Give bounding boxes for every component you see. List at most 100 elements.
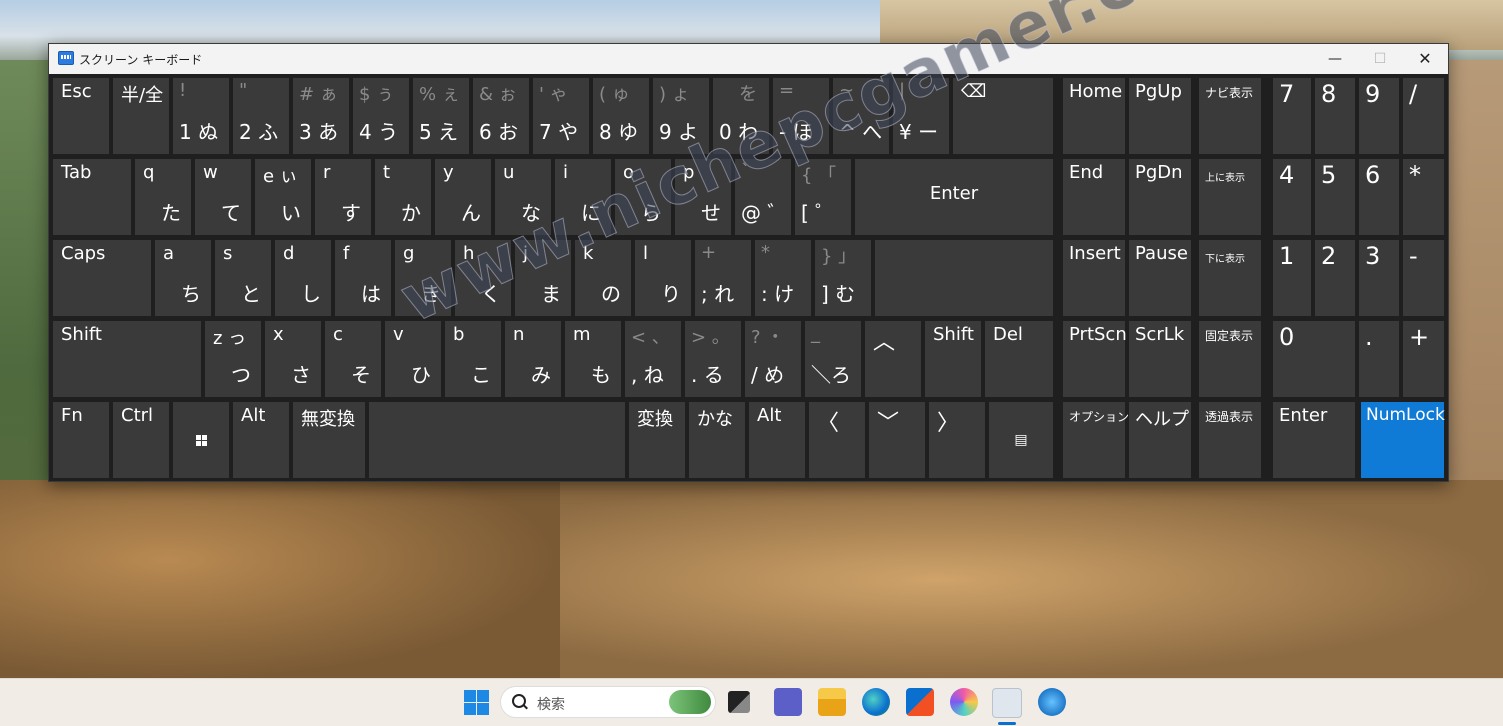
key-period[interactable]: > 。 . る bbox=[685, 321, 741, 397]
key-z[interactable]: z っつ bbox=[205, 321, 261, 397]
key-semicolon[interactable]: + ; れ bbox=[695, 240, 751, 316]
key-3[interactable]: # ぁ 3 あ bbox=[293, 78, 349, 154]
key-hankaku[interactable]: 半/全 bbox=[113, 78, 169, 154]
key-f[interactable]: fは bbox=[335, 240, 391, 316]
key-rbracket[interactable]: } 」] む bbox=[815, 240, 871, 316]
task-view-icon[interactable] bbox=[728, 691, 750, 713]
key-num-decimal[interactable]: . bbox=[1359, 321, 1399, 397]
key-num-minus[interactable]: - bbox=[1403, 240, 1444, 316]
copilot-icon[interactable] bbox=[950, 688, 978, 716]
key-y[interactable]: yん bbox=[435, 159, 491, 235]
key-arrow-up[interactable]: ︿ bbox=[865, 321, 921, 397]
key-henkan[interactable]: 変換 bbox=[629, 402, 685, 478]
key-scrlk[interactable]: ScrLk bbox=[1129, 321, 1191, 397]
key-shift-right[interactable]: Shift bbox=[925, 321, 981, 397]
key-alt-right[interactable]: Alt bbox=[749, 402, 805, 478]
key-num0[interactable]: 0 bbox=[1273, 321, 1355, 397]
key-colon[interactable]: *: け bbox=[755, 240, 811, 316]
key-del[interactable]: Del bbox=[985, 321, 1053, 397]
key-num2[interactable]: 2 bbox=[1315, 240, 1355, 316]
key-c[interactable]: cそ bbox=[325, 321, 381, 397]
key-q[interactable]: qた bbox=[135, 159, 191, 235]
key-home[interactable]: Home bbox=[1063, 78, 1125, 154]
key-tab[interactable]: Tab bbox=[53, 159, 131, 235]
key-num3[interactable]: 3 bbox=[1359, 240, 1399, 316]
key-numlock[interactable]: NumLock bbox=[1361, 402, 1445, 478]
maximize-button[interactable]: ☐ bbox=[1357, 44, 1403, 74]
key-x[interactable]: xさ bbox=[265, 321, 321, 397]
key-enter-lower[interactable] bbox=[875, 240, 1053, 316]
key-d[interactable]: dし bbox=[275, 240, 331, 316]
key-num-enter[interactable]: Enter bbox=[1273, 402, 1355, 478]
key-ctrl[interactable]: Ctrl bbox=[113, 402, 169, 478]
key-7[interactable]: ' ゃ 7 や bbox=[533, 78, 589, 154]
key-e[interactable]: e ぃい bbox=[255, 159, 311, 235]
globe-app-icon[interactable] bbox=[1038, 688, 1066, 716]
key-num9[interactable]: 9 bbox=[1359, 78, 1399, 154]
key-slash[interactable]: ? ・ / め bbox=[745, 321, 801, 397]
key-fade-toggle[interactable]: 固定表示 bbox=[1199, 321, 1261, 397]
key-m[interactable]: mも bbox=[565, 321, 621, 397]
key-fn[interactable]: Fn bbox=[53, 402, 109, 478]
store-icon[interactable] bbox=[906, 688, 934, 716]
key-8[interactable]: ( ゅ 8 ゆ bbox=[593, 78, 649, 154]
key-n[interactable]: nみ bbox=[505, 321, 561, 397]
taskbar-search[interactable]: 検索 bbox=[500, 686, 716, 718]
edge-icon[interactable] bbox=[862, 688, 890, 716]
key-esc[interactable]: Esc bbox=[53, 78, 109, 154]
key-help[interactable]: ヘルプ bbox=[1129, 402, 1191, 478]
key-2[interactable]: " 2 ふ bbox=[233, 78, 289, 154]
key-pgup[interactable]: PgUp bbox=[1129, 78, 1191, 154]
key-bracket[interactable]: { 「[ ゜ bbox=[795, 159, 851, 235]
key-shift-left[interactable]: Shift bbox=[53, 321, 201, 397]
key-4[interactable]: $ ぅ 4 う bbox=[353, 78, 409, 154]
key-num6[interactable]: 6 bbox=[1359, 159, 1399, 235]
key-windows[interactable] bbox=[173, 402, 229, 478]
key-menu[interactable]: ▤ bbox=[989, 402, 1053, 478]
key-enter[interactable]: Enter bbox=[855, 159, 1053, 235]
key-kana[interactable]: かな bbox=[689, 402, 745, 478]
key-num-divide[interactable]: / bbox=[1403, 78, 1444, 154]
key-space[interactable] bbox=[369, 402, 625, 478]
minimize-button[interactable]: — bbox=[1312, 44, 1358, 74]
title-bar[interactable]: スクリーン キーボード — ☐ ✕ bbox=[49, 44, 1448, 74]
key-navi[interactable]: ナビ表示 bbox=[1199, 78, 1261, 154]
key-num7[interactable]: 7 bbox=[1273, 78, 1311, 154]
key-prtscn[interactable]: PrtScn bbox=[1063, 321, 1127, 397]
key-num-plus[interactable]: + bbox=[1403, 321, 1444, 397]
key-arrow-down[interactable]: ﹀ bbox=[869, 402, 925, 478]
key-num8[interactable]: 8 bbox=[1315, 78, 1355, 154]
key-end[interactable]: End bbox=[1063, 159, 1125, 235]
key-r[interactable]: rす bbox=[315, 159, 371, 235]
key-arrow-left[interactable]: 〈 bbox=[809, 402, 865, 478]
on-screen-keyboard-taskbar-icon[interactable] bbox=[992, 688, 1022, 718]
key-6[interactable]: & ぉ 6 お bbox=[473, 78, 529, 154]
key-5[interactable]: % ぇ 5 え bbox=[413, 78, 469, 154]
key-muhenkan[interactable]: 無変換 bbox=[293, 402, 365, 478]
key-num-multiply[interactable]: * bbox=[1403, 159, 1444, 235]
key-1[interactable]: ! 1 ぬ bbox=[173, 78, 229, 154]
key-num4[interactable]: 4 bbox=[1273, 159, 1311, 235]
key-insert[interactable]: Insert bbox=[1063, 240, 1125, 316]
key-num1[interactable]: 1 bbox=[1273, 240, 1311, 316]
file-explorer-icon[interactable] bbox=[818, 688, 846, 716]
key-v[interactable]: vひ bbox=[385, 321, 441, 397]
close-button[interactable]: ✕ bbox=[1402, 44, 1448, 74]
key-b[interactable]: bこ bbox=[445, 321, 501, 397]
start-button[interactable] bbox=[462, 688, 490, 716]
key-dock-bottom[interactable]: 下に表示 bbox=[1199, 240, 1261, 316]
key-pgdn[interactable]: PgDn bbox=[1129, 159, 1191, 235]
key-dock-top[interactable]: 上に表示 bbox=[1199, 159, 1261, 235]
teams-icon[interactable] bbox=[774, 688, 802, 716]
key-t[interactable]: tか bbox=[375, 159, 431, 235]
key-transparent[interactable]: 透過表示 bbox=[1199, 402, 1261, 478]
key-num5[interactable]: 5 bbox=[1315, 159, 1355, 235]
key-caps[interactable]: Caps bbox=[53, 240, 151, 316]
key-s[interactable]: sと bbox=[215, 240, 271, 316]
key-alt-left[interactable]: Alt bbox=[233, 402, 289, 478]
key-options[interactable]: オプション bbox=[1063, 402, 1129, 478]
key-backslash[interactable]: _ ＼ろ bbox=[805, 321, 861, 397]
key-arrow-right[interactable]: 〉 bbox=[929, 402, 985, 478]
key-l[interactable]: lり bbox=[635, 240, 691, 316]
key-w[interactable]: wて bbox=[195, 159, 251, 235]
